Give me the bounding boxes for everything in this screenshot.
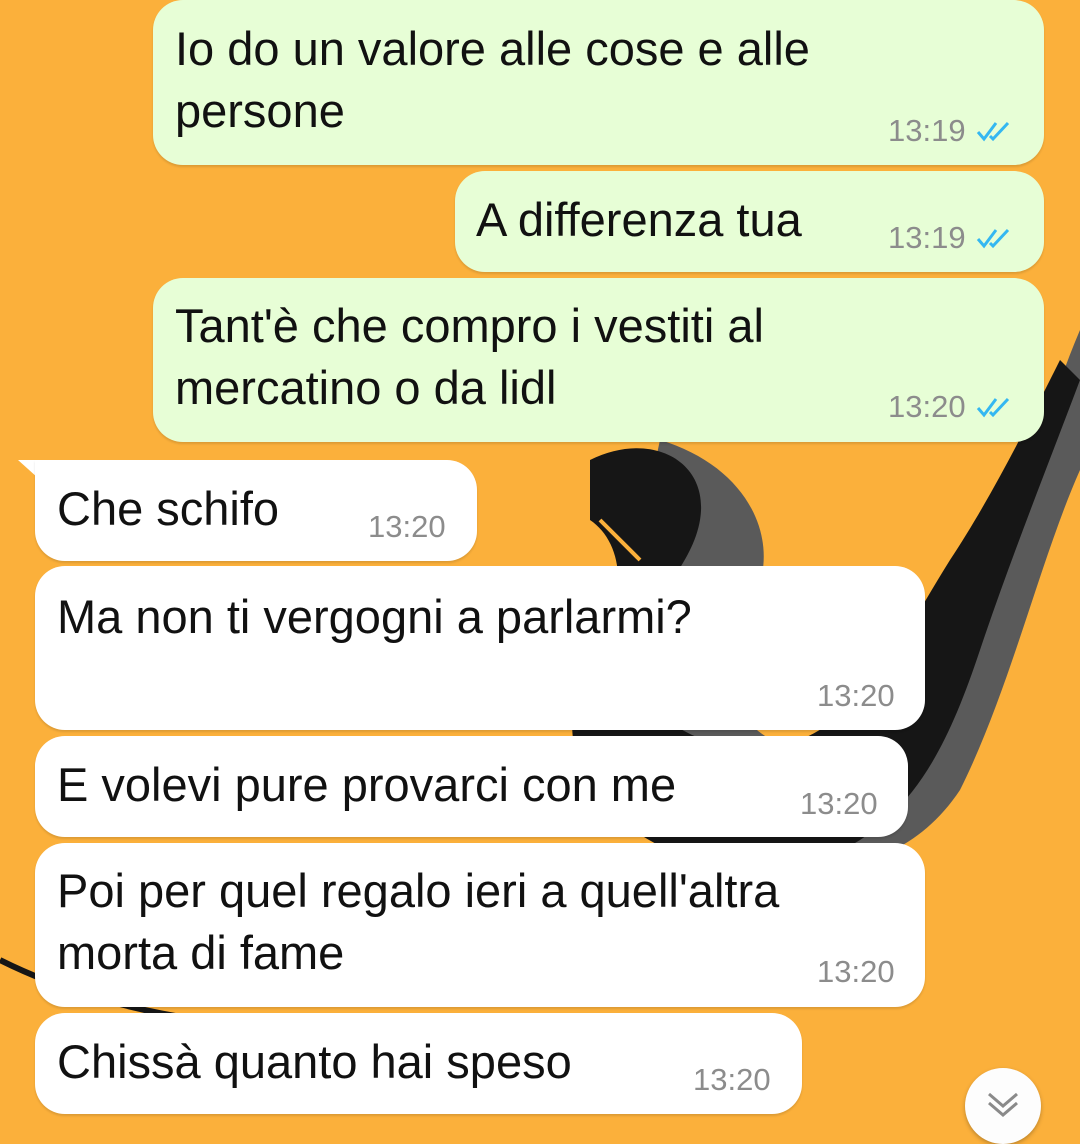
message-meta: 13:20 — [888, 387, 1014, 427]
message-time: 13:20 — [817, 954, 895, 989]
message-time: 13:20 — [368, 509, 446, 544]
message-meta: 13:20 — [368, 507, 446, 547]
message-text: Che schifo — [57, 482, 280, 535]
message-text: Tant'è che compro i vestiti al mercatino… — [175, 299, 764, 414]
message-time: 13:20 — [817, 678, 895, 713]
message-text: Io do un valore alle cose e alle persone — [175, 22, 810, 137]
read-receipt-icon — [976, 228, 1009, 249]
message-time: 13:20 — [800, 786, 878, 821]
message-text: Chissà quanto hai speso — [57, 1035, 572, 1088]
message-text: E volevi pure provarci con me — [57, 758, 677, 811]
message-time: 13:20 — [888, 389, 966, 424]
scroll-to-bottom-button[interactable] — [965, 1068, 1041, 1144]
message-time: 13:20 — [693, 1062, 771, 1097]
read-receipt-icon — [976, 121, 1009, 142]
message-meta: 13:20 — [800, 784, 878, 824]
message-meta: 13:20 — [693, 1060, 771, 1100]
message-time: 13:19 — [888, 113, 966, 148]
message-meta: 13:20 — [817, 952, 895, 992]
message-text: A differenza tua — [476, 193, 802, 246]
message-time: 13:19 — [888, 220, 966, 255]
read-receipt-icon — [976, 397, 1009, 418]
message-meta: 13:20 — [817, 676, 895, 716]
message-text: Poi per quel regalo ieri a quell'altra m… — [57, 864, 780, 979]
double-chevron-down-icon — [988, 1092, 1018, 1117]
message-text: Ma non ti vergogni a parlarmi? — [57, 590, 692, 643]
message-meta: 13:19 — [888, 111, 1014, 151]
message-meta: 13:19 — [888, 218, 1014, 258]
